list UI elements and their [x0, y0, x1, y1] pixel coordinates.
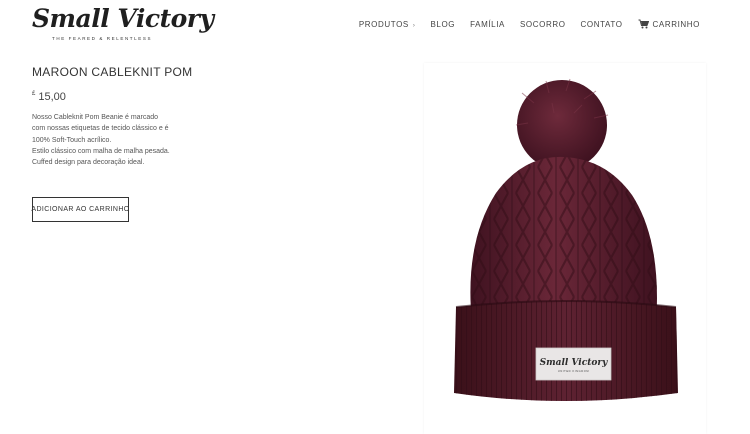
- description-line: Nosso Cableknit Pom Beanie é marcado com…: [32, 114, 169, 144]
- price-value: 15,00: [38, 91, 66, 103]
- add-to-cart-button[interactable]: ADICIONAR AO CARRINHO: [31, 197, 129, 222]
- description-line: Cuffed design para decoração ideal.: [32, 159, 145, 167]
- nav-item-contato[interactable]: CONTATO: [581, 20, 623, 29]
- nav-item-blog[interactable]: BLOG: [430, 20, 455, 29]
- brand-logo[interactable]: Small Victory THE FEARED & RELENTLESS: [32, 4, 214, 46]
- main-nav: PRODUTOS › BLOG FAMÍLIA SOCORRO CONTATO C…: [359, 19, 700, 29]
- product-title: MAROON CABLEKNIT POM: [32, 65, 193, 79]
- nav-item-label: PRODUTOS: [358, 19, 409, 29]
- cart-link[interactable]: CARRINHO: [638, 19, 700, 29]
- cart-label: CARRINHO: [652, 19, 700, 29]
- nav-item-familia[interactable]: FAMÍLIA: [470, 20, 505, 29]
- product-image: Small Victory UNITED KINGDOM: [424, 63, 706, 434]
- beanie-label: Small Victory UNITED KINGDOM: [535, 347, 612, 381]
- nav-item-produtos[interactable]: PRODUTOS ›: [359, 20, 416, 29]
- product-description: Nosso Cableknit Pom Beanie é marcado com…: [32, 112, 172, 168]
- beanie-illustration: Small Victory UNITED KINGDOM: [454, 78, 678, 401]
- label-sub: UNITED KINGDOM: [558, 369, 589, 373]
- product-price: £15,00: [32, 91, 66, 103]
- pom-pom: [515, 78, 609, 170]
- label-brand: Small Victory: [540, 358, 608, 368]
- price-currency: £: [32, 91, 36, 97]
- cart-icon: [638, 19, 649, 29]
- chevron-right-icon: ›: [412, 22, 416, 29]
- brand-name: Small Victory: [32, 4, 214, 33]
- brand-tagline: THE FEARED & RELENTLESS: [52, 36, 153, 41]
- nav-item-socorro[interactable]: SOCORRO: [520, 20, 566, 29]
- description-line: Estilo clássico com malha de malha pesad…: [32, 147, 170, 155]
